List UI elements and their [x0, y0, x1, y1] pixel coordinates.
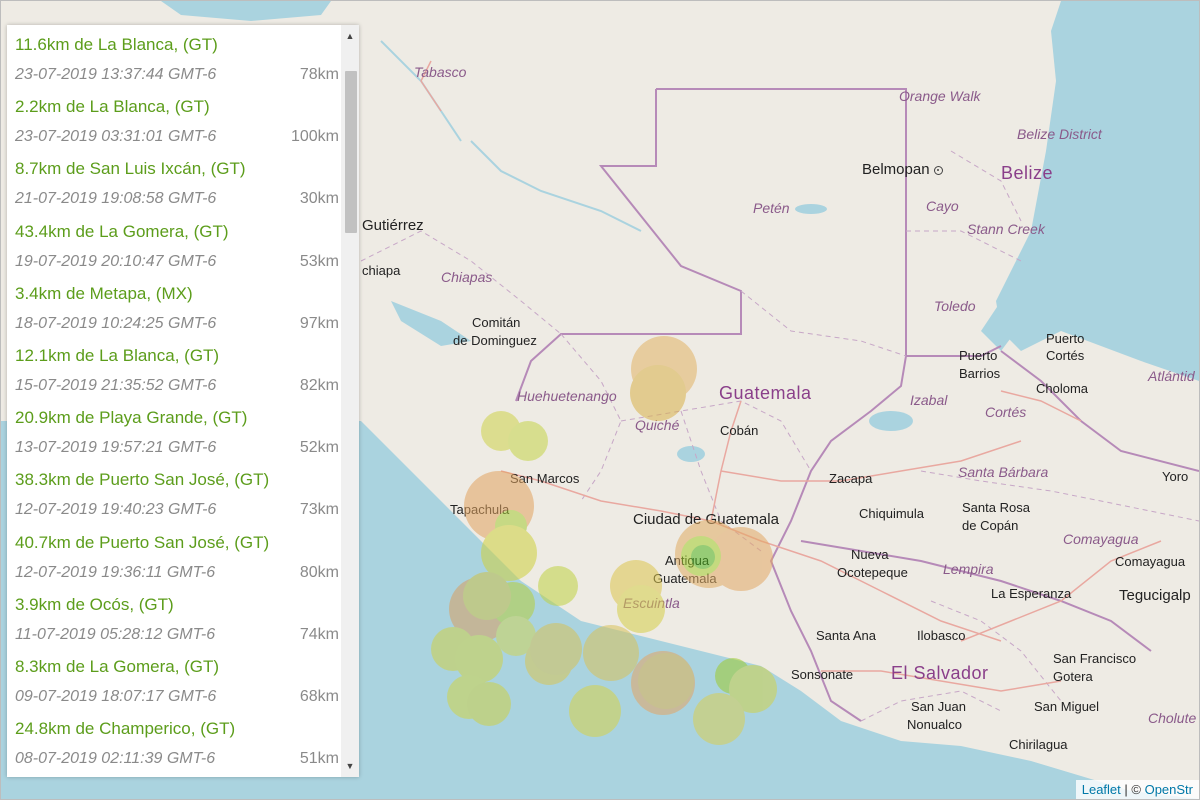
earthquake-list[interactable]: 11.6km de La Blanca, (GT) 23-07-2019 13:3… [7, 25, 339, 777]
scroll-down-icon[interactable]: ▼ [341, 757, 359, 775]
earthquake-location: 8.3km de La Gomera, (GT) [15, 656, 220, 676]
earthquake-list-item[interactable]: 2.2km de La Blanca, (GT) 23-07-2019 03:31… [7, 87, 339, 149]
earthquake-depth: 52km [299, 439, 339, 457]
earthquake-list-item[interactable]: 12.1km de La Blanca, (GT) 15-07-2019 21:3… [7, 336, 339, 398]
earthquake-location: 12.1km de La Blanca, (GT) [15, 345, 220, 365]
earthquake-list-item[interactable]: 8.7km de San Luis Ixcán, (GT) 21-07-2019 … [7, 149, 339, 211]
earthquake-list-item[interactable]: 8.3km de La Gomera, (GT) 09-07-2019 18:07… [7, 647, 339, 709]
earthquake-location: 20.9km de Playa Grande, (GT) [15, 408, 248, 428]
earthquake-time: 23-07-2019 13:37:44 GMT-6 [15, 66, 217, 83]
quake-marker[interactable] [693, 693, 745, 745]
quake-marker[interactable] [691, 545, 715, 569]
earthquake-time: 11-07-2019 05:28:12 GMT-6 [15, 625, 216, 643]
earthquake-list-item[interactable]: 20.9km de Playa Grande, (GT) 13-07-2019 1… [7, 398, 339, 460]
earthquake-location: 24.8km de Champerico, (GT) [15, 719, 236, 739]
earthquake-depth: 73km [299, 501, 339, 519]
quake-marker[interactable] [467, 682, 511, 726]
earthquake-location: 11.6km de La Blanca, (GT) [15, 35, 218, 54]
quake-marker[interactable] [530, 623, 582, 675]
earthquake-location: 8.7km de San Luis Ixcán, (GT) [15, 159, 246, 179]
quake-marker[interactable] [508, 421, 548, 461]
earthquake-list-item[interactable]: 38.3km de Puerto San José, (GT) 12-07-201… [7, 460, 339, 522]
earthquake-time: 12-07-2019 19:40:23 GMT-6 [15, 501, 217, 519]
earthquake-list-item[interactable]: 40.7km de Puerto San José, (GT) 12-07-201… [7, 523, 339, 585]
earthquake-depth: 30km [299, 190, 339, 208]
earthquake-list-item[interactable]: 3.4km de Metapa, (MX) 18-07-2019 10:24:25… [7, 274, 339, 336]
quake-marker[interactable] [463, 572, 511, 620]
quake-marker[interactable] [569, 685, 621, 737]
earthquake-depth: 68km [299, 687, 339, 705]
openstreetmap-link[interactable]: OpenStr [1145, 782, 1193, 797]
earthquake-depth: 97km [299, 314, 339, 332]
earthquake-location: 43.4km de La Gomera, (GT) [15, 221, 229, 241]
earthquake-depth: 51km [299, 750, 339, 768]
earthquake-time: 23-07-2019 03:31:01 GMT-6 [15, 128, 217, 146]
quake-marker[interactable] [617, 585, 665, 633]
quake-marker[interactable] [583, 625, 639, 681]
quake-marker[interactable] [455, 635, 503, 683]
earthquake-time: 12-07-2019 19:36:11 GMT-6 [15, 563, 216, 581]
earthquake-time: 09-07-2019 18:07:17 GMT-6 [15, 687, 217, 705]
earthquake-depth: 74km [299, 625, 339, 643]
earthquake-list-item[interactable]: 3.9km de Ocós, (GT) 11-07-2019 05:28:12 G… [7, 585, 339, 647]
earthquake-time: 08-07-2019 02:11:39 GMT-6 [15, 750, 216, 768]
earthquake-time: 19-07-2019 20:10:47 GMT-6 [15, 252, 217, 270]
scroll-up-icon[interactable]: ▲ [341, 27, 359, 45]
earthquake-location: 38.3km de Puerto San José, (GT) [15, 470, 270, 490]
earthquake-depth: 80km [299, 563, 339, 581]
earthquake-location: 2.2km de La Blanca, (GT) [15, 97, 210, 117]
earthquake-list-item[interactable]: 11.6km de La Blanca, (GT) 23-07-2019 13:3… [7, 25, 339, 87]
earthquake-time: 13-07-2019 19:57:21 GMT-6 [15, 439, 217, 457]
quake-marker[interactable] [630, 365, 686, 421]
earthquake-location: 3.4km de Metapa, (MX) [15, 283, 193, 303]
map-attribution: Leaflet | © OpenStr [1075, 780, 1199, 799]
quake-marker[interactable] [538, 566, 578, 606]
earthquake-list-panel: 11.6km de La Blanca, (GT) 23-07-2019 13:3… [7, 25, 359, 777]
earthquake-depth: 78km [299, 66, 339, 83]
attribution-separator: | © [1120, 782, 1145, 797]
earthquake-depth: 82km [299, 376, 339, 394]
leaflet-link[interactable]: Leaflet [1082, 782, 1121, 797]
earthquake-location: 3.9km de Ocós, (GT) [15, 594, 174, 614]
earthquake-location: 40.7km de Puerto San José, (GT) [15, 532, 270, 552]
earthquake-depth: 53km [299, 252, 339, 270]
earthquake-list-item[interactable]: 43.4km de La Gomera, (GT) 19-07-2019 20:1… [7, 212, 339, 274]
earthquake-time: 15-07-2019 21:35:52 GMT-6 [15, 376, 217, 394]
earthquake-list-item[interactable]: 24.8km de Champerico, (GT) 08-07-2019 02:… [7, 709, 339, 771]
earthquake-depth: 100km [290, 128, 339, 146]
map-frame: Tabasco Orange Walk Belize District Belm… [0, 0, 1200, 800]
earthquake-time: 21-07-2019 19:08:58 GMT-6 [15, 190, 217, 208]
scrollbar[interactable]: ▲ ▼ [341, 25, 359, 777]
quake-marker[interactable] [638, 653, 694, 709]
scroll-thumb[interactable] [345, 71, 357, 233]
earthquake-time: 18-07-2019 10:24:25 GMT-6 [15, 314, 217, 332]
